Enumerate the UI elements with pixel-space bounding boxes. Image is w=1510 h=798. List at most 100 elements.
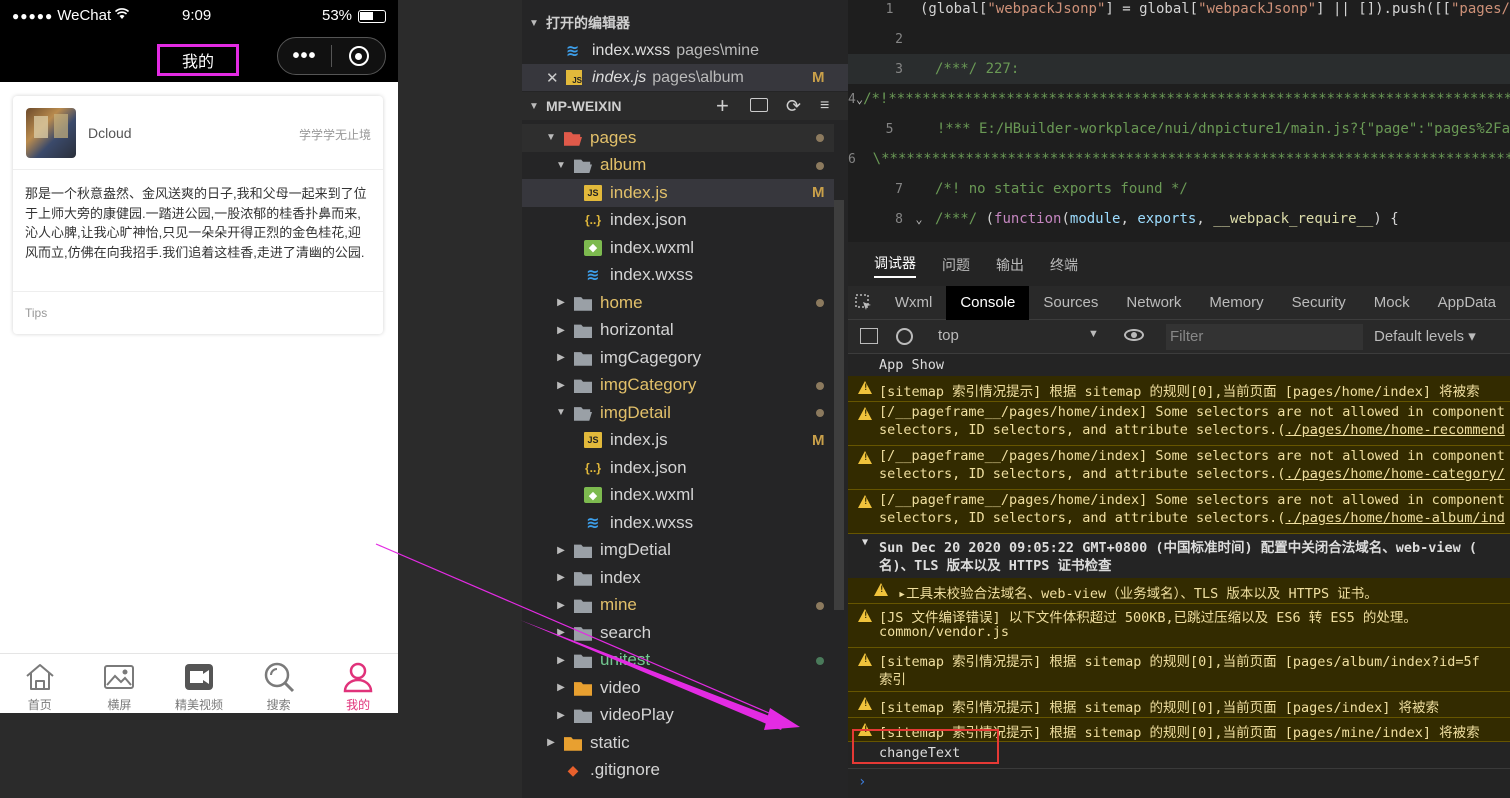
tree-file[interactable]: JS index.js M — [522, 427, 834, 455]
source-link[interactable]: ./pages/home/home-album/ind — [1285, 510, 1504, 526]
collapse-icon[interactable]: ≡ — [820, 97, 829, 115]
tab-video[interactable]: 精美视频 — [159, 654, 239, 713]
tree-file[interactable]: {..} index.json — [522, 454, 834, 482]
close-target-icon[interactable] — [332, 46, 385, 66]
card-footer: Tips — [13, 291, 383, 334]
inspect-icon[interactable] — [848, 293, 881, 312]
tab-sources[interactable]: Sources — [1029, 286, 1112, 320]
source-link[interactable]: ./pages/home/home-category/ — [1285, 466, 1504, 482]
levels-select[interactable]: Default levels ▾ — [1374, 327, 1476, 345]
tab-security[interactable]: Security — [1278, 286, 1360, 320]
tree-folder[interactable]: ▶ video — [522, 674, 834, 702]
project-header[interactable]: ▼ MP-WEIXIN + ⟳ ≡ — [522, 92, 848, 120]
clear-console-icon[interactable] — [896, 328, 913, 345]
scrollbar[interactable] — [834, 200, 844, 610]
code-line: 4 ⌄/*!***********************************… — [848, 84, 1510, 114]
tree-folder[interactable]: ▶ static — [522, 729, 834, 757]
open-editor-item[interactable]: ≋ index.wxss pages\mine — [522, 37, 848, 64]
tree-folder[interactable]: ▶ videoPlay — [522, 702, 834, 730]
status-dot — [816, 161, 824, 170]
tree-folder[interactable]: ▶ horizontal — [522, 317, 834, 345]
filter-input[interactable]: Filter — [1166, 324, 1363, 350]
eye-icon[interactable] — [1124, 329, 1144, 341]
console-warning: [sitemap 索引情况提示] 根据 sitemap 的规则[0],当前页面 … — [848, 692, 1510, 718]
console-output[interactable]: App Show [sitemap 索引情况提示] 根据 sitemap 的规则… — [848, 354, 1510, 798]
tab-output[interactable]: 输出 — [996, 255, 1024, 275]
console-prompt[interactable]: › — [858, 774, 866, 790]
tab-terminal[interactable]: 终端 — [1050, 255, 1078, 275]
tab-memory[interactable]: Memory — [1195, 286, 1277, 320]
video-icon — [184, 664, 213, 690]
tree-folder[interactable]: ▶ unitest — [522, 647, 834, 675]
tab-network[interactable]: Network — [1112, 286, 1195, 320]
tree-item-label: index.json — [610, 210, 687, 230]
sidebar-toggle-icon[interactable] — [860, 328, 878, 344]
line-number: 4 — [848, 91, 856, 107]
refresh-icon[interactable]: ⟳ — [786, 96, 801, 117]
chevron-down-icon: ▼ — [556, 407, 566, 419]
tab-mine[interactable]: 我的 — [318, 654, 398, 713]
tree-file[interactable]: ◆ .gitignore — [522, 757, 834, 785]
tree-folder[interactable]: ▶ home — [522, 289, 834, 317]
tree-folder[interactable]: ▶ imgDetial — [522, 537, 834, 565]
tree-file[interactable]: ≋ index.wxss — [522, 262, 834, 290]
new-folder-icon[interactable] — [750, 98, 768, 112]
tree-folder[interactable]: ▶ index — [522, 564, 834, 592]
tree-folder[interactable]: ▶ mine — [522, 592, 834, 620]
article-card[interactable]: Dcloud 学学学无止境 那是一个秋意盎然、金风送爽的日子,我和父母一起来到了… — [13, 96, 383, 334]
image-icon — [104, 665, 135, 689]
capsule-menu: ••• — [277, 37, 386, 75]
console-group[interactable]: ▼ Sun Dec 20 2020 09:05:22 GMT+0800 (中国标… — [848, 534, 1510, 578]
tab-landscape[interactable]: 横屏 — [80, 654, 160, 713]
tree-file[interactable]: ≋ index.wxss — [522, 509, 834, 537]
chevron-right-icon: ▶ — [557, 572, 565, 584]
line-number: 7 — [895, 181, 903, 197]
console-warning: [/__pageframe__/pages/home/index] Some s… — [848, 402, 1510, 446]
search-icon — [264, 662, 294, 693]
tree-file[interactable]: ◆ index.wxml — [522, 234, 834, 262]
chevron-down-icon: ▼ — [546, 132, 556, 144]
open-editors-header[interactable]: ▼ 打开的编辑器 — [522, 9, 848, 37]
tree-item-label: index.wxml — [610, 485, 695, 505]
tree-folder[interactable]: ▼ pages — [522, 124, 834, 152]
console-warning: [sitemap 索引情况提示] 根据 sitemap 的规则[0],当前页面 … — [848, 648, 1510, 692]
tree-folder[interactable]: ▶ imgCategory — [522, 372, 834, 400]
close-icon[interactable]: ✕ — [546, 69, 566, 87]
tree-file[interactable]: {..} index.json — [522, 207, 834, 235]
context-select[interactable]: top — [938, 327, 959, 344]
tree-folder[interactable]: ▶ imgCagegory — [522, 344, 834, 372]
warning-icon — [858, 407, 872, 420]
code-editor[interactable]: 1 (global["webpackJsonp"] = global["webpa… — [848, 0, 1510, 242]
tab-console[interactable]: Console — [946, 285, 1030, 320]
code-line: 3 /***/ 227: — [848, 54, 1510, 84]
status-time: 9:09 — [182, 7, 212, 24]
tab-debugger[interactable]: 调试器 — [874, 253, 916, 278]
css-file-icon: ≋ — [586, 514, 600, 532]
code-line: 7 /*! no static exports found */ — [848, 174, 1510, 204]
status-dot — [816, 381, 824, 390]
tree-file[interactable]: JS index.js M — [522, 179, 834, 207]
new-file-icon[interactable]: + — [716, 93, 729, 119]
card-footer-text: Tips — [25, 306, 48, 320]
tab-problems[interactable]: 问题 — [942, 255, 970, 275]
tree-folder[interactable]: ▼ imgDetail — [522, 399, 834, 427]
tree-file[interactable]: ◆ index.wxml — [522, 482, 834, 510]
devtools-panel: 调试器 问题 输出 终端 Wxml Console Sources Networ… — [848, 242, 1510, 798]
tree-folder[interactable]: ▶ search — [522, 619, 834, 647]
tab-mock[interactable]: Mock — [1360, 286, 1424, 320]
chevron-down-icon: ▼ — [529, 17, 539, 29]
tab-appdata[interactable]: AppData — [1424, 286, 1510, 320]
tab-home[interactable]: 首页 — [0, 654, 80, 713]
tab-search[interactable]: 搜索 — [239, 654, 319, 713]
wxml-file-icon: ◆ — [584, 487, 602, 504]
chevron-right-icon: ▶ — [557, 599, 565, 611]
code-text: /*! no static exports found */ — [935, 181, 1188, 197]
page-title: 我的 — [157, 44, 239, 76]
more-icon[interactable]: ••• — [278, 45, 331, 68]
status-dot — [816, 601, 824, 610]
tab-wxml[interactable]: Wxml — [881, 286, 947, 320]
open-editor-item[interactable]: ✕ JS index.js pages\album M — [522, 64, 848, 91]
tree-folder[interactable]: ▼ album — [522, 152, 834, 180]
source-link[interactable]: ./pages/home/home-recommend — [1285, 422, 1504, 438]
fold-chevron-icon: ⌄ — [915, 212, 923, 226]
